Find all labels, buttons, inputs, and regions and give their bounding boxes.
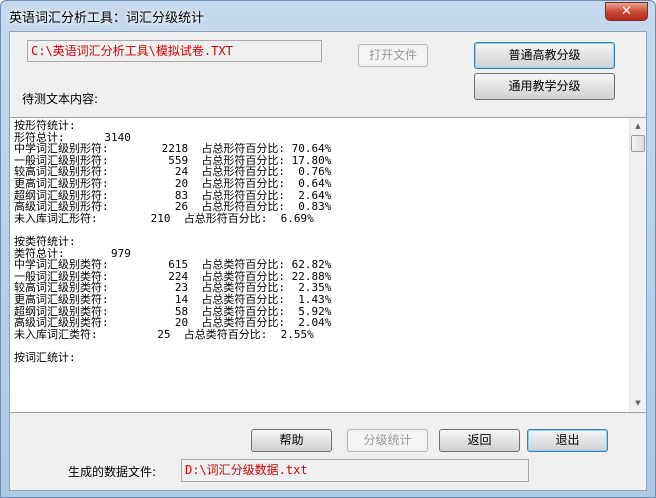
close-button[interactable]: ✕ (605, 2, 648, 21)
file-path-field[interactable]: C:\英语词汇分析工具\模拟试卷.TXT (27, 40, 322, 62)
general-higher-ed-grading-button[interactable]: 普通高教分级 (474, 42, 615, 69)
exit-button[interactable]: 退出 (527, 429, 608, 452)
scroll-thumb[interactable] (631, 135, 645, 152)
app-window: 英语词汇分析工具：词汇分级统计 ✕ C:\英语词汇分析工具\模拟试卷.TXT 打… (0, 0, 656, 498)
help-button[interactable]: 帮助 (251, 429, 332, 452)
analysis-text-area[interactable]: 按形符统计: 形符总计: 3140 中学词汇级别形符: 2218 占总形符百分比: … (10, 117, 646, 413)
text-line (14, 340, 624, 352)
output-file-label: 生成的数据文件: (68, 465, 157, 479)
vertical-scrollbar[interactable]: ▲ ▼ (629, 118, 646, 412)
window-title: 英语词汇分析工具：词汇分级统计 (9, 11, 205, 26)
dialog-body: C:\英语词汇分析工具\模拟试卷.TXT 打开文件 普通高教分级 通用教学分级 … (9, 31, 647, 491)
analysis-text: 按形符统计: 形符总计: 3140 中学词汇级别形符: 2218 占总形符百分比: … (14, 120, 624, 363)
title-bar[interactable]: 英语词汇分析工具：词汇分级统计 ✕ (1, 1, 655, 31)
back-button[interactable]: 返回 (439, 429, 520, 452)
text-line: 未入库词汇形符: 210 占总形符百分比: 6.69% (14, 211, 314, 225)
text-line: 按词汇统计: (14, 350, 76, 364)
text-line: 未入库词汇类符: 25 占总类符百分比: 2.55% (14, 327, 314, 341)
scroll-up-arrow-icon[interactable]: ▲ (630, 118, 646, 135)
text-line: 高级词汇级别类符: 20 占总类符百分比: 2.04% (14, 316, 332, 330)
text-content-label: 待测文本内容: (22, 92, 99, 106)
scroll-down-arrow-icon[interactable]: ▼ (630, 395, 646, 412)
text-line: 更高词汇级别形符: 20 占总形符百分比: 0.64% (14, 176, 332, 190)
output-file-path-field[interactable]: D:\词汇分级数据.txt (181, 459, 529, 482)
text-line: 中学词汇级别类符: 615 占总类符百分比: 62.82% (14, 258, 332, 272)
general-teaching-grading-button[interactable]: 通用教学分级 (474, 73, 615, 100)
text-line: 按形符统计: (14, 119, 76, 132)
text-line: 按类符统计: (14, 234, 76, 248)
open-file-button[interactable]: 打开文件 (358, 44, 428, 67)
text-line: 更高词汇级别类符: 14 占总类符百分比: 1.43% (14, 292, 332, 306)
text-line: 高级词汇级别形符: 26 占总形符百分比: 0.83% (14, 200, 332, 214)
text-line (14, 224, 624, 236)
grade-statistics-button[interactable]: 分级统计 (347, 429, 428, 452)
